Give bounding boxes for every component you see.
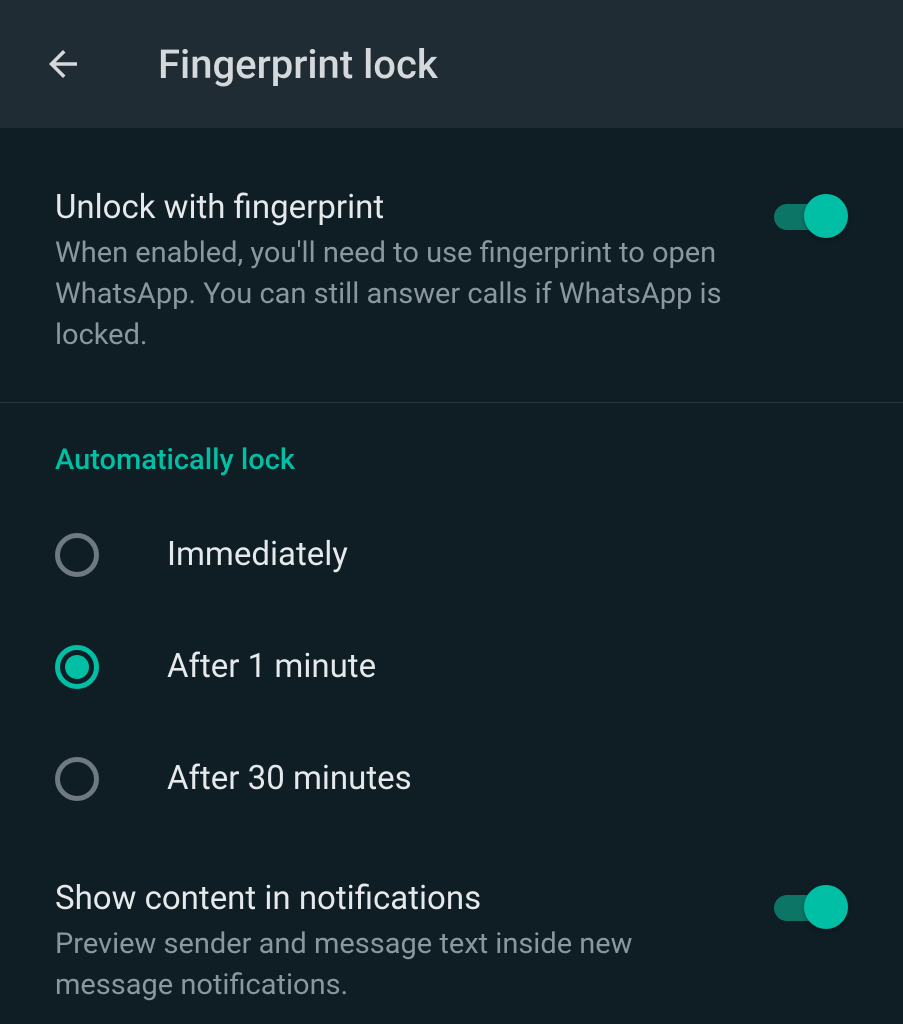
unlock-fingerprint-toggle[interactable] [774, 194, 848, 238]
radio-label: Immediately [167, 535, 348, 574]
unlock-fingerprint-setting: Unlock with fingerprint When enabled, yo… [0, 128, 903, 402]
radio-button [55, 533, 99, 577]
radio-button [55, 757, 99, 801]
auto-lock-option-30min[interactable]: After 30 minutes [0, 723, 903, 835]
radio-label: After 30 minutes [167, 759, 412, 798]
radio-label: After 1 minute [167, 647, 376, 686]
radio-button [55, 645, 99, 689]
auto-lock-header: Automatically lock [0, 403, 903, 499]
unlock-title: Unlock with fingerprint [55, 188, 744, 227]
show-content-toggle[interactable] [774, 885, 848, 929]
toggle-thumb [804, 194, 848, 238]
back-button[interactable] [38, 39, 88, 89]
toggle-thumb [804, 885, 848, 929]
show-content-setting: Show content in notifications Preview se… [0, 835, 903, 1006]
auto-lock-option-1min[interactable]: After 1 minute [0, 611, 903, 723]
page-title: Fingerprint lock [158, 41, 438, 88]
app-header: Fingerprint lock [0, 0, 903, 128]
auto-lock-option-immediately[interactable]: Immediately [0, 499, 903, 611]
show-content-title: Show content in notifications [55, 879, 744, 918]
show-content-description: Preview sender and message text inside n… [55, 924, 744, 1006]
arrow-left-icon [42, 43, 84, 85]
unlock-description: When enabled, you'll need to use fingerp… [55, 233, 744, 357]
